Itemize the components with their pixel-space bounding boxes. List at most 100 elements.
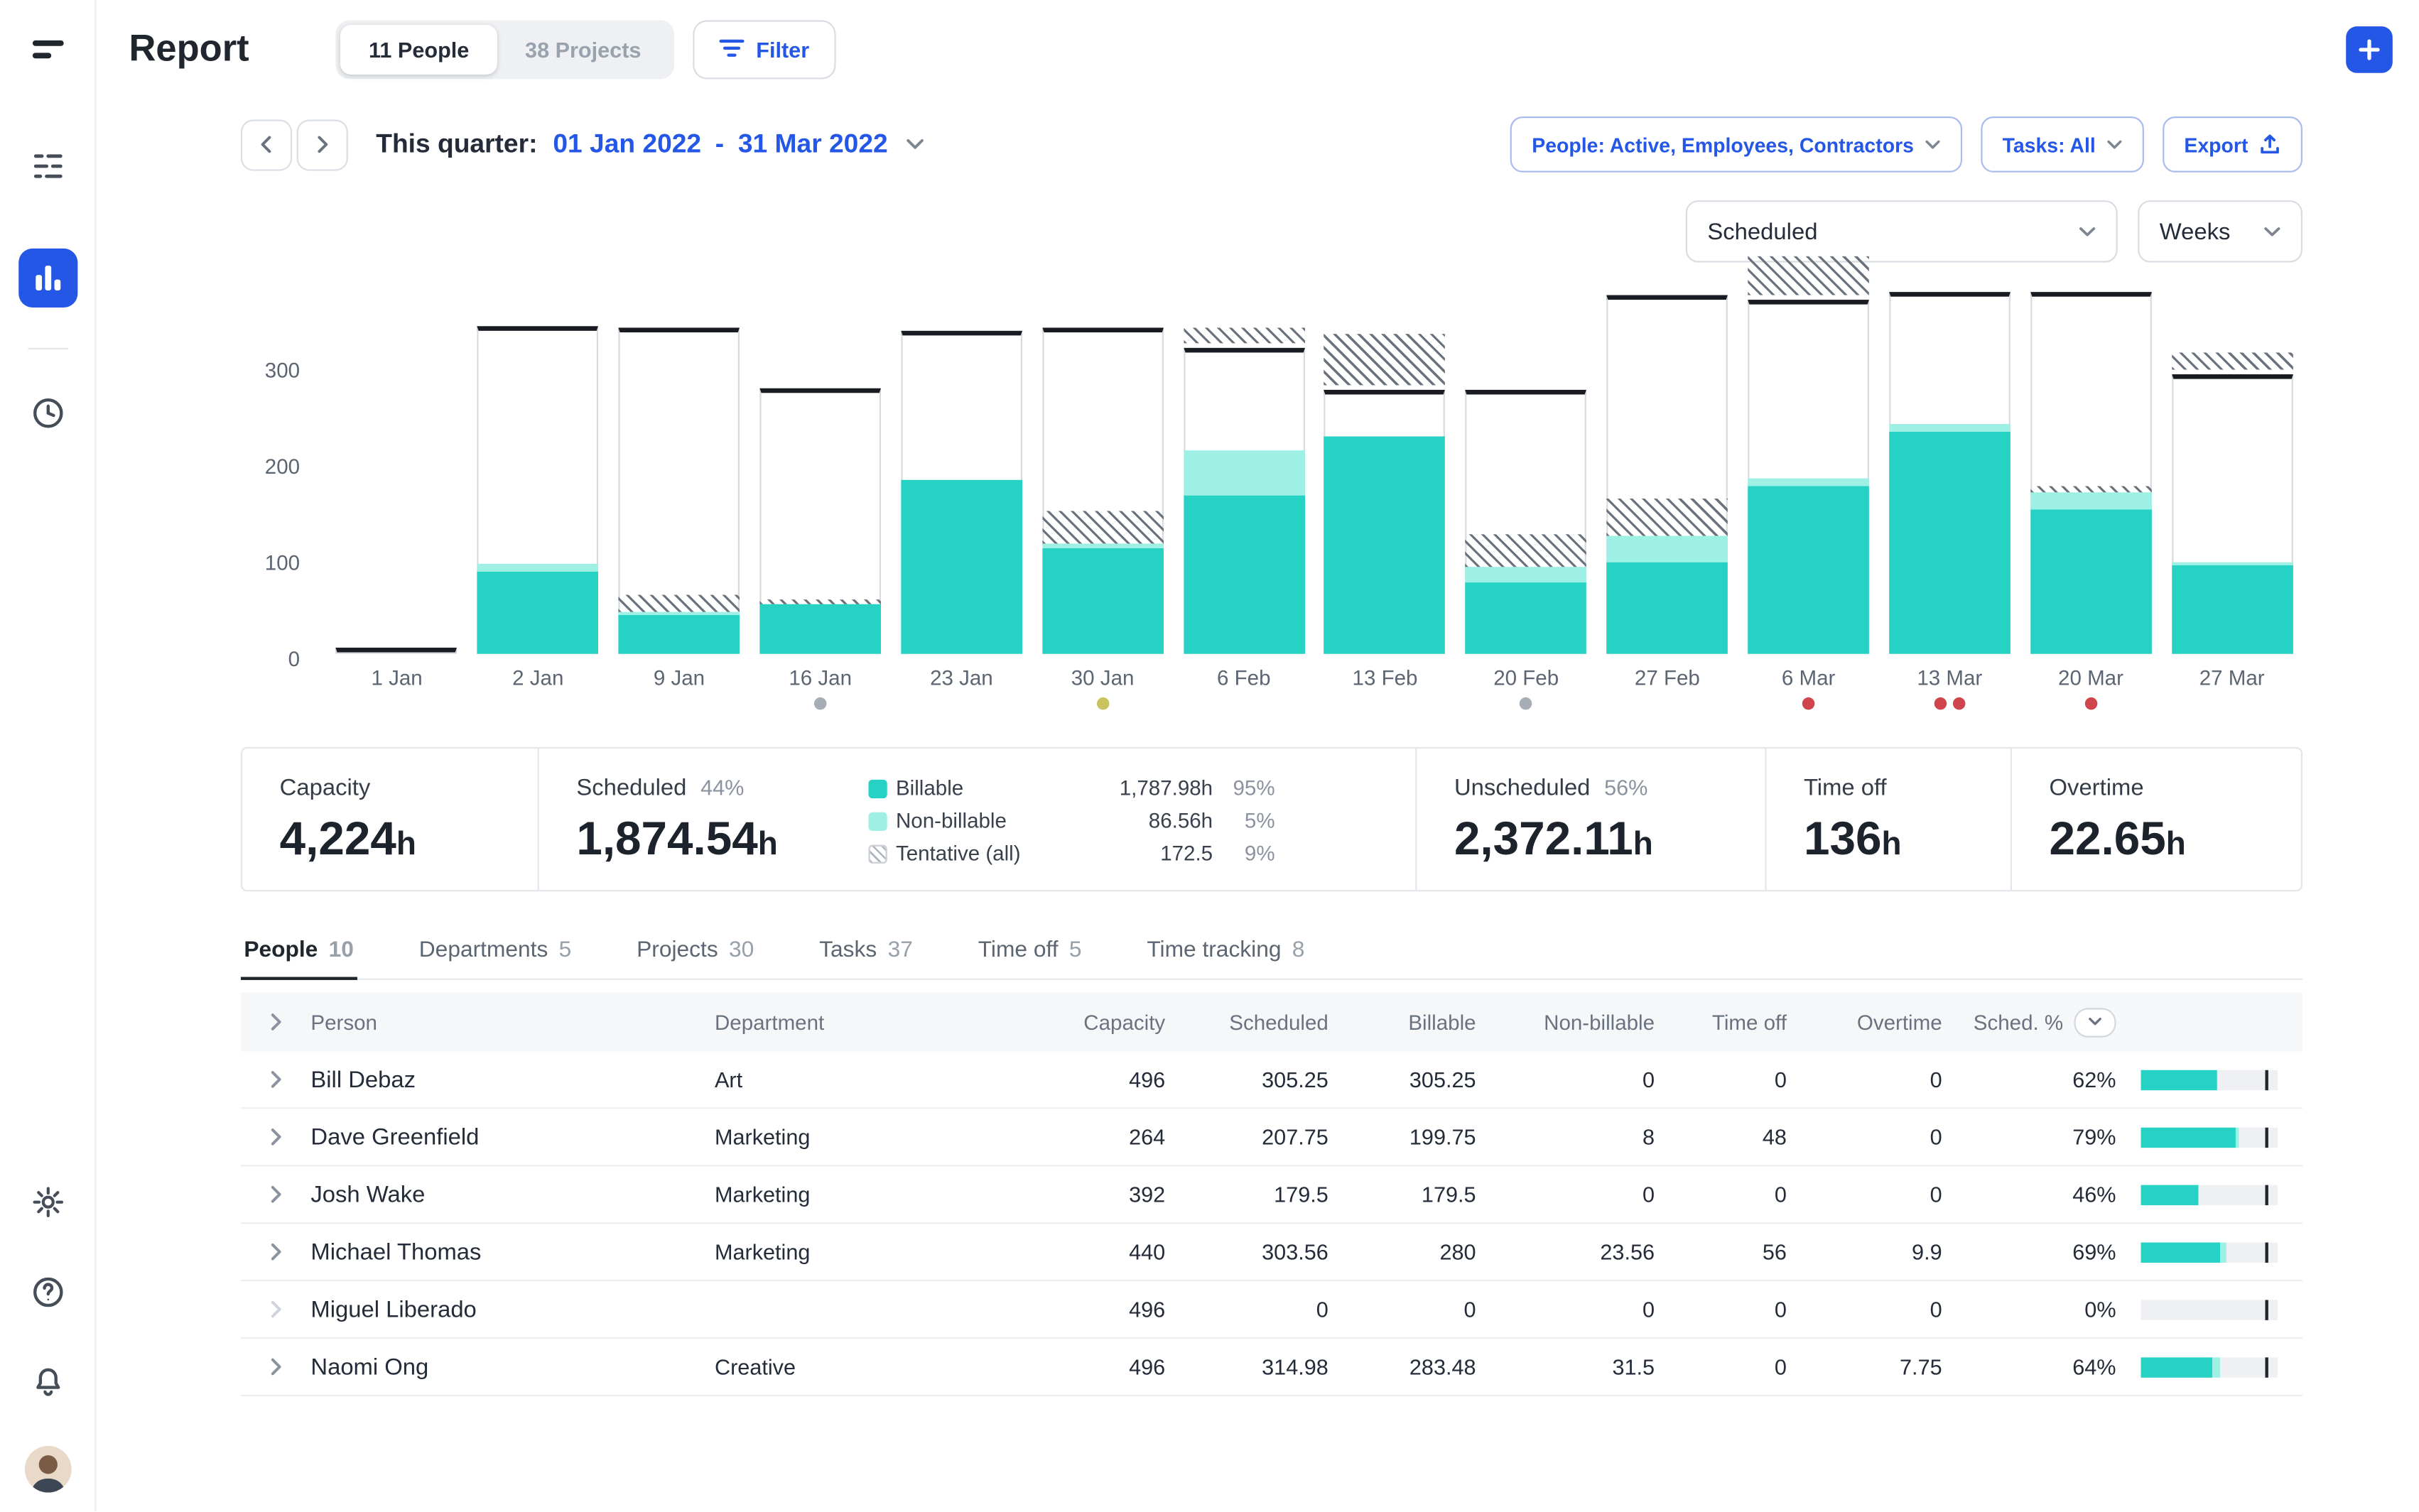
table-row[interactable]: Michael ThomasMarketing440303.5628023.56… — [241, 1224, 2302, 1281]
add-button[interactable] — [2346, 26, 2393, 73]
tab-time-tracking[interactable]: Time tracking8 — [1144, 925, 1308, 978]
row-expand-toggle[interactable] — [241, 1357, 310, 1376]
legend-percent: 95% — [1213, 776, 1275, 800]
week-marker-dots — [609, 697, 750, 716]
app-logo-icon[interactable] — [21, 25, 74, 77]
schedule-nav-icon[interactable] — [21, 140, 74, 192]
cell-billable: 0 — [1328, 1297, 1476, 1322]
table-row[interactable]: Naomi OngCreative496314.98283.4831.507.7… — [241, 1339, 2302, 1396]
column-header-department[interactable]: Department — [715, 1011, 1002, 1034]
export-button[interactable]: Export — [2163, 116, 2302, 173]
y-axis-tick-label: 0 — [241, 648, 300, 671]
chart-bar-column[interactable]: 16 Jan — [749, 281, 891, 716]
sched-progress-cell — [2116, 1356, 2302, 1376]
person-name[interactable]: Naomi Ong — [310, 1354, 715, 1380]
chart-bar[interactable] — [1042, 281, 1164, 654]
toggle-projects[interactable]: 38 Projects — [497, 25, 669, 75]
chart-bar[interactable] — [901, 281, 1022, 654]
column-header-overtime[interactable]: Overtime — [1787, 1011, 1942, 1034]
chart-bar[interactable] — [477, 281, 599, 654]
row-expand-toggle[interactable] — [241, 1185, 310, 1204]
chart-bar[interactable] — [1889, 281, 2011, 654]
table-row[interactable]: Bill DebazArt496305.25305.2500062% — [241, 1052, 2302, 1109]
person-name[interactable]: Michael Thomas — [310, 1239, 715, 1265]
chart-bar-column[interactable]: 13 Mar — [1879, 281, 2020, 716]
chart-bar[interactable] — [2030, 281, 2152, 654]
prev-period-button[interactable] — [241, 119, 292, 170]
row-expand-toggle[interactable] — [241, 1128, 310, 1146]
column-header-time-off[interactable]: Time off — [1655, 1011, 1787, 1034]
chart-bar-column[interactable]: 20 Feb — [1456, 281, 1597, 716]
people-filter-dropdown[interactable]: People: Active, Employees, Contractors — [1510, 116, 1962, 173]
table-row[interactable]: Miguel Liberado496000000% — [241, 1281, 2302, 1339]
tab-departments[interactable]: Departments5 — [416, 925, 574, 978]
range-start-date[interactable]: 01 Jan 2022 — [553, 129, 701, 161]
chart-bar[interactable] — [619, 281, 740, 654]
chart-bar[interactable] — [1466, 281, 1587, 654]
tab-tasks[interactable]: Tasks37 — [816, 925, 916, 978]
expand-all-toggle[interactable] — [241, 1013, 310, 1031]
chart-bar[interactable] — [1324, 281, 1446, 654]
column-header-non-billable[interactable]: Non-billable — [1476, 1011, 1655, 1034]
column-header-capacity[interactable]: Capacity — [1002, 1011, 1166, 1034]
chart-bar-column[interactable]: 13 Feb — [1314, 281, 1456, 716]
chart-bar[interactable] — [1183, 281, 1304, 654]
tasks-filter-dropdown[interactable]: Tasks: All — [1981, 116, 2144, 173]
chart-bar-column[interactable]: 27 Mar — [2161, 281, 2302, 716]
column-header-person[interactable]: Person — [310, 1011, 715, 1034]
column-options-button[interactable] — [2074, 1007, 2116, 1037]
user-avatar[interactable] — [24, 1446, 71, 1493]
person-name[interactable]: Josh Wake — [310, 1181, 715, 1207]
sched-progress-cell — [2116, 1185, 2302, 1204]
table-row[interactable]: Dave GreenfieldMarketing264207.75199.758… — [241, 1109, 2302, 1166]
column-header-scheduled[interactable]: Scheduled — [1165, 1011, 1328, 1034]
chart-bar[interactable] — [759, 281, 881, 654]
chart-bar-column[interactable]: 6 Mar — [1738, 281, 1879, 716]
notifications-bell-icon[interactable] — [21, 1356, 74, 1408]
range-end-date[interactable]: 31 Mar 2022 — [738, 129, 888, 161]
tentative-segment — [759, 599, 881, 604]
chart-bar-column[interactable]: 2 Jan — [467, 281, 609, 716]
chart-bar[interactable] — [2171, 281, 2293, 654]
person-name[interactable]: Dave Greenfield — [310, 1124, 715, 1150]
tab-time-off[interactable]: Time off5 — [975, 925, 1085, 978]
interval-dropdown[interactable]: Weeks — [2138, 200, 2302, 262]
chart-bar[interactable] — [1607, 281, 1728, 654]
metric-dropdown[interactable]: Scheduled — [1686, 200, 2118, 262]
chart-bar-column[interactable]: 1 Jan — [326, 281, 467, 716]
chart-bar[interactable] — [336, 281, 458, 654]
row-expand-toggle[interactable] — [241, 1300, 310, 1318]
x-axis-label: 30 Jan — [1032, 666, 1174, 690]
row-expand-toggle[interactable] — [241, 1070, 310, 1089]
cell-capacity: 264 — [1002, 1124, 1166, 1149]
chart-bar[interactable] — [1748, 281, 1869, 654]
week-marker-dot — [814, 697, 826, 709]
tab-people[interactable]: People10 — [241, 925, 357, 978]
table-row[interactable]: Josh WakeMarketing392179.5179.500046% — [241, 1166, 2302, 1224]
help-icon[interactable] — [21, 1266, 74, 1318]
chart-bar-column[interactable]: 20 Mar — [2020, 281, 2162, 716]
filter-button[interactable]: Filter — [693, 20, 836, 79]
row-expand-toggle[interactable] — [241, 1243, 310, 1261]
next-period-button[interactable] — [297, 119, 348, 170]
cell-overtime: 0 — [1787, 1182, 1942, 1207]
person-name[interactable]: Miguel Liberado — [310, 1296, 715, 1322]
settings-gear-icon[interactable] — [21, 1175, 74, 1228]
tab-projects[interactable]: Projects30 — [634, 925, 757, 978]
chart-bar-column[interactable]: 6 Feb — [1173, 281, 1314, 716]
column-header-billable[interactable]: Billable — [1328, 1011, 1476, 1034]
person-name[interactable]: Bill Debaz — [310, 1066, 715, 1092]
date-range-picker[interactable]: 01 Jan 2022 - 31 Mar 2022 — [553, 129, 925, 161]
chart-bar-column[interactable]: 9 Jan — [609, 281, 750, 716]
chart-bar-column[interactable]: 30 Jan — [1032, 281, 1174, 716]
report-content: This quarter: 01 Jan 2022 - 31 Mar 2022 … — [241, 116, 2302, 1396]
billable-swatch-icon — [868, 779, 887, 798]
billable-fill — [2141, 1070, 2218, 1089]
time-tracking-nav-icon[interactable] — [21, 387, 74, 440]
range-separator: - — [715, 129, 724, 161]
column-header-sched-pct[interactable]: Sched. % — [1942, 1007, 2116, 1037]
chart-bar-column[interactable]: 23 Jan — [891, 281, 1032, 716]
chart-bar-column[interactable]: 27 Feb — [1597, 281, 1738, 716]
reports-nav-icon-active[interactable] — [18, 249, 77, 308]
toggle-people[interactable]: 11 People — [341, 25, 497, 75]
